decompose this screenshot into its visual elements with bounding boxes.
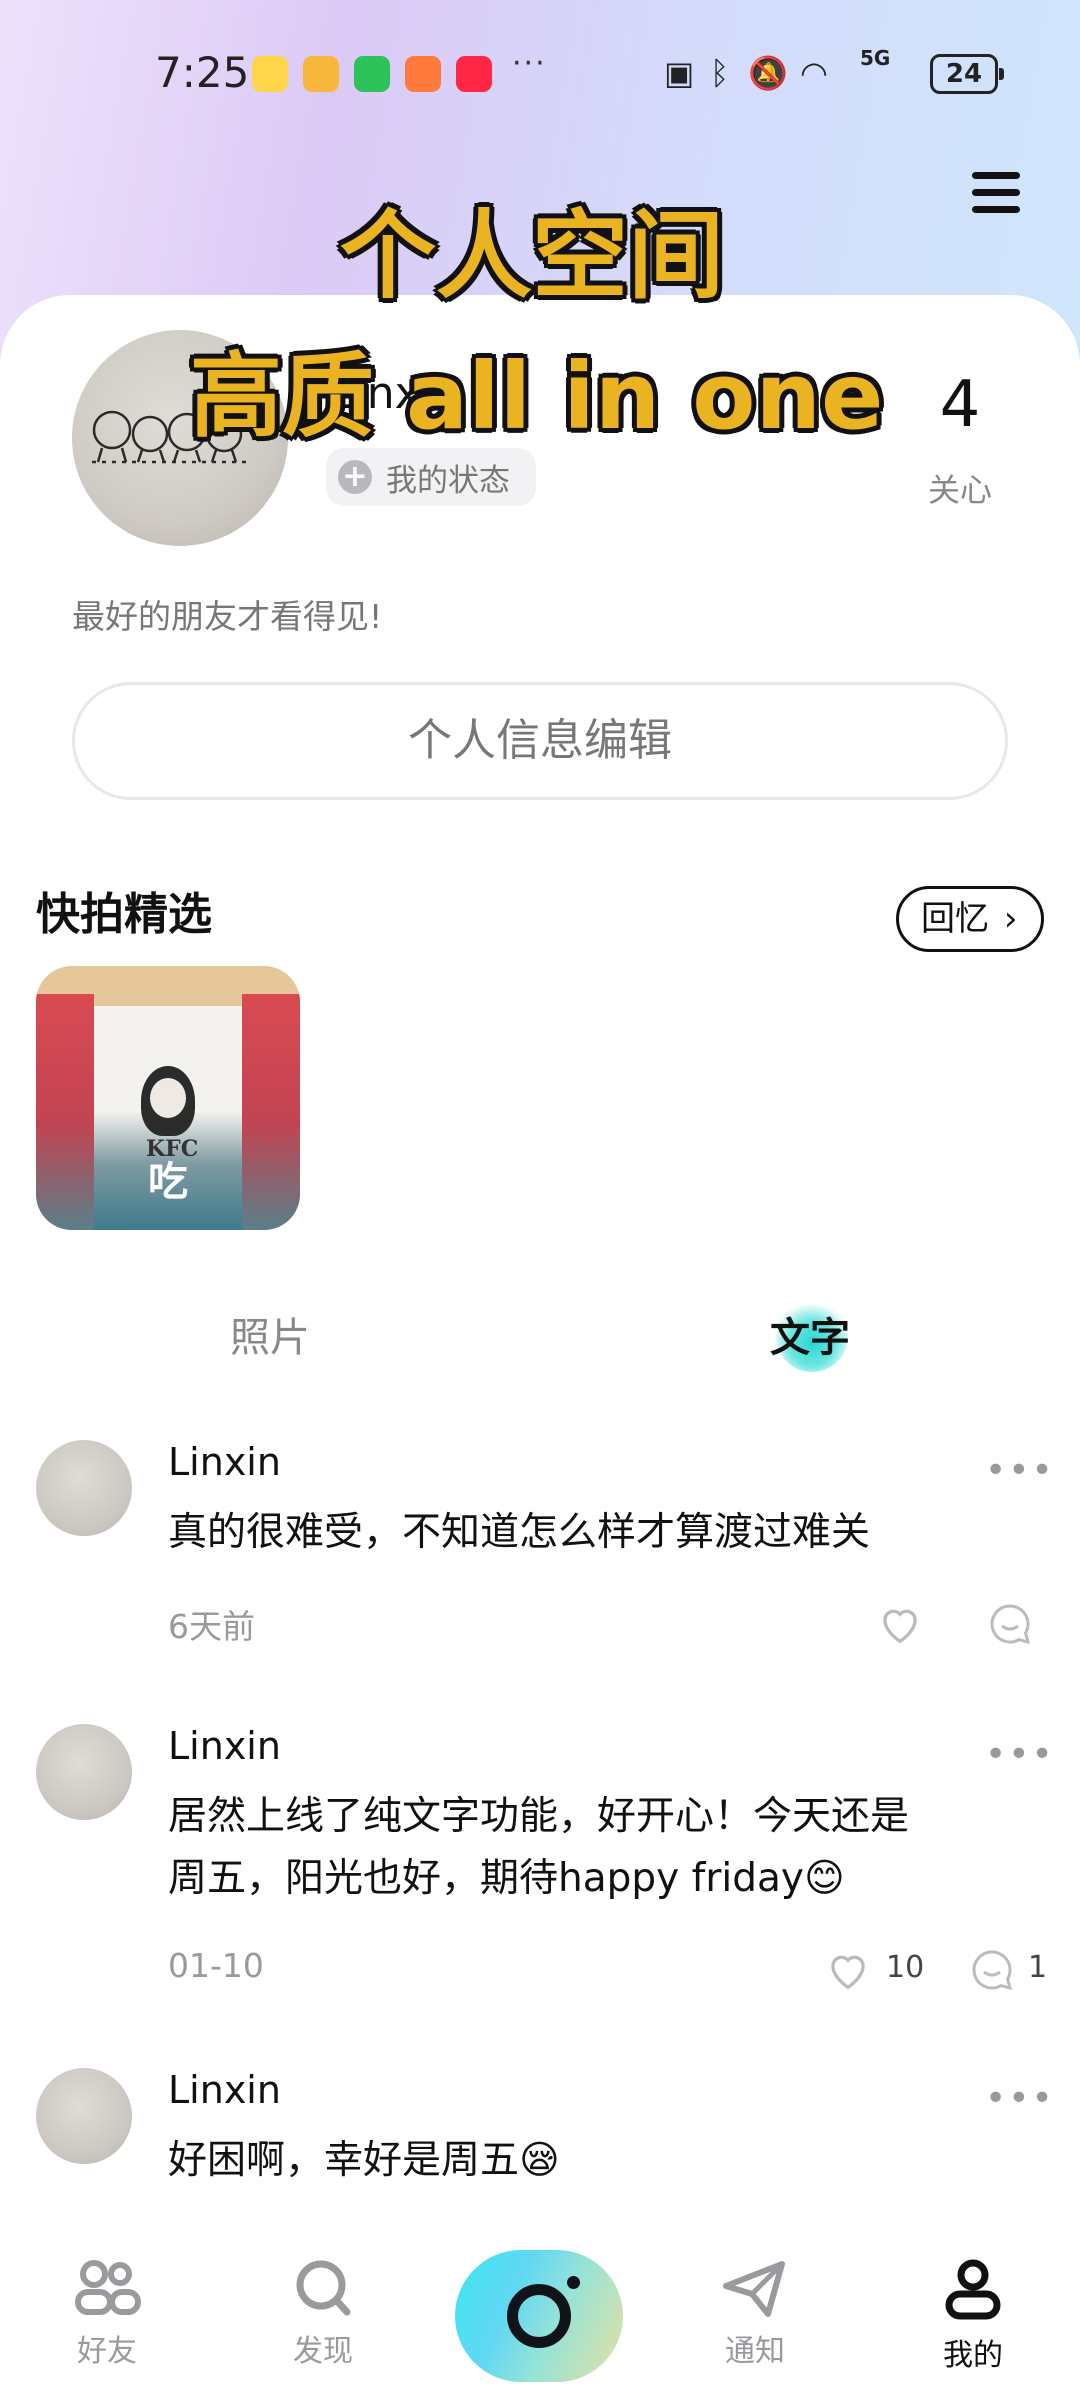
nav-me-label: 我的 — [943, 2338, 1003, 2373]
snapshot-item[interactable]: KFC 吃 — [36, 966, 300, 1230]
my-status-button[interactable]: + 我的状态 — [326, 448, 536, 506]
more-options-icon[interactable]: ••• — [985, 1450, 1055, 1491]
post-avatar[interactable] — [36, 1440, 132, 1536]
chevron-right-icon: › — [1003, 899, 1018, 939]
comment-icon[interactable] — [986, 1600, 1034, 1648]
paper-plane-icon — [723, 2261, 785, 2317]
plus-icon: + — [338, 460, 372, 494]
camera-icon — [507, 2284, 571, 2348]
post-item: Linxin ••• 真的很难受，不知道怎么样才算渡过难关 6天前 — [0, 1440, 1080, 1680]
overlay-title-line1: 个人空间 — [340, 200, 724, 312]
memory-button[interactable]: 回忆 › — [896, 886, 1044, 952]
heart-icon[interactable] — [874, 1598, 926, 1650]
bluetooth-icon: ᛒ — [710, 54, 730, 92]
battery-indicator: 24 — [930, 54, 1004, 94]
nav-discover[interactable]: 发现 — [258, 2258, 388, 2370]
signal-icon: 5G — [860, 46, 891, 70]
mail-notification-icon — [303, 56, 339, 92]
xiaohongshu-notification-icon — [456, 56, 492, 92]
heart-icon[interactable] — [822, 1944, 874, 1996]
post-text: 居然上线了纯文字功能，好开心！今天还是周五，阳光也好，期待happy frida… — [168, 1794, 910, 1901]
profile-bio: 最好的朋友才看得见! — [72, 597, 383, 636]
post-avatar[interactable] — [36, 2068, 132, 2164]
search-icon — [296, 2260, 351, 2316]
comment-count: 1 — [1028, 1950, 1048, 1985]
post-item: Linxin ••• 居然上线了纯文字功能，好开心！今天还是周五，阳光也好，期待… — [0, 1724, 1080, 2024]
more-notifications-icon: ··· — [512, 46, 547, 81]
post-author[interactable]: Linxin — [168, 1724, 281, 1768]
memory-button-label: 回忆 — [921, 899, 989, 939]
post-author[interactable]: Linxin — [168, 1440, 281, 1484]
nav-friends[interactable]: 好友 — [42, 2258, 172, 2370]
post-time: 6天前 — [168, 1607, 255, 1646]
like-count: 10 — [886, 1950, 925, 1985]
app-notification-icon — [405, 56, 441, 92]
nav-friends-label: 好友 — [77, 2334, 137, 2369]
user-icon — [945, 2259, 1001, 2320]
status-bar: 7:25 ··· ▣ ᛒ 🔕 ◠ 5G 24 — [0, 40, 1080, 110]
clock: 7:25 — [155, 48, 250, 97]
camera-button[interactable] — [455, 2250, 623, 2382]
nav-notify-label: 通知 — [725, 2334, 785, 2369]
nav-notify[interactable]: 通知 — [690, 2258, 820, 2370]
snapshots-title: 快拍精选 — [36, 889, 212, 940]
weibo-notification-icon — [252, 56, 288, 92]
tab-photos[interactable]: 照片 — [230, 1305, 310, 1363]
wifi-icon: ◠ — [800, 54, 828, 92]
nav-discover-label: 发现 — [293, 2334, 353, 2369]
mute-icon: 🔕 — [748, 54, 788, 92]
friends-icon — [75, 2260, 141, 2315]
overlay-title-line2: 高质 all in one — [190, 343, 884, 450]
nfc-icon: ▣ — [664, 54, 695, 92]
menu-icon[interactable] — [972, 172, 1020, 216]
post-time: 01-10 — [168, 1946, 264, 1985]
edit-profile-button[interactable]: 个人信息编辑 — [72, 682, 1008, 800]
more-options-icon[interactable]: ••• — [985, 2078, 1055, 2119]
follow-label[interactable]: 关心 — [900, 465, 1020, 511]
post-item: Linxin ••• 好困啊，幸好是周五😪 — [0, 2068, 1080, 2228]
post-text: 好困啊，幸好是周五😪 — [168, 2138, 560, 2183]
snapshot-caption: 吃 — [148, 1159, 188, 1205]
comment-icon[interactable] — [968, 1946, 1016, 1994]
my-status-label: 我的状态 — [386, 462, 510, 499]
nav-me[interactable]: 我的 — [908, 2258, 1038, 2374]
follow-count[interactable]: 4 — [900, 368, 1020, 442]
post-text: 真的很难受，不知道怎么样才算渡过难关 — [168, 1510, 871, 1555]
wechat-notification-icon — [354, 56, 390, 92]
post-author[interactable]: Linxin — [168, 2068, 281, 2112]
tab-text[interactable]: 文字 — [770, 1305, 850, 1363]
more-options-icon[interactable]: ••• — [985, 1734, 1055, 1775]
post-avatar[interactable] — [36, 1724, 132, 1820]
